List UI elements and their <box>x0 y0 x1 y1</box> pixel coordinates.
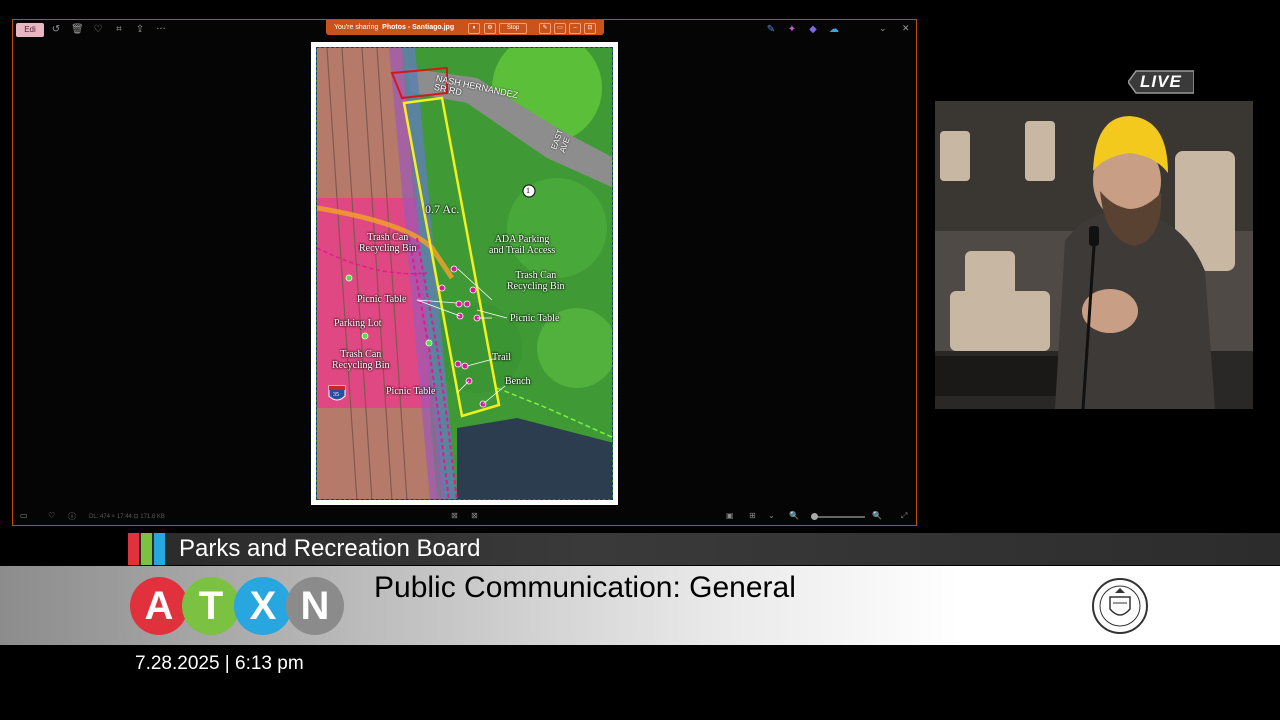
designer-icon[interactable]: ◆ <box>807 24 819 36</box>
zoom-in-icon[interactable]: 🔍 <box>872 511 882 520</box>
label-trash-can-1: Trash Can Recycling Bin <box>359 232 417 254</box>
fit-icon[interactable]: ▣ <box>726 511 734 520</box>
sharing-app: Photos - Santiago.jpg <box>382 24 455 31</box>
zoom-out-icon[interactable]: 🔍 <box>789 511 799 520</box>
restore-icon[interactable]: ⌄ <box>879 24 887 34</box>
settings-icon[interactable]: ⚙ <box>484 23 496 34</box>
agenda-headline: Public Communication: General <box>374 571 796 604</box>
crop-icon[interactable]: ⌗ <box>113 24 125 36</box>
photos-statusbar: ▭ ♡ ⓘ DL: 474 × 17:44 ⊡ 171.8 KB ⊠ ⊠ ▣ ⊞… <box>13 508 916 525</box>
photos-toolbar: Edi ↺ 🗑 ♡ ⌗ ⇪ ··· You're sharing Photos … <box>13 20 916 40</box>
camera-feed <box>935 101 1253 409</box>
edit-button[interactable]: Edi <box>16 23 44 37</box>
label-trail: Trail <box>492 352 512 363</box>
prev-icon[interactable]: ⊠ <box>451 511 458 520</box>
shared-screen-window: Edi ↺ 🗑 ♡ ⌗ ⇪ ··· You're sharing Photos … <box>12 19 917 526</box>
close-icon[interactable]: ✕ <box>902 24 910 34</box>
label-picnic-table-2: Picnic Table <box>510 313 560 324</box>
filmstrip-icon[interactable]: ▭ <box>20 511 28 520</box>
stripe-blue <box>154 533 165 565</box>
atxn-logo-a: A <box>130 577 188 635</box>
label-ada-parking: ADA Parking and Trail Access <box>489 234 556 256</box>
sharing-banner: You're sharing Photos - Santiago.jpg ⏸ ⚙… <box>326 20 604 35</box>
stripe-green <box>141 533 152 565</box>
board-name-bar: Parks and Recreation Board <box>128 533 1280 565</box>
interstate-label: 35 <box>333 392 339 398</box>
view-dropdown-icon[interactable]: ⌄ <box>768 511 775 520</box>
atxn-logo-x: X <box>234 577 292 635</box>
zoom-slider[interactable] <box>813 516 865 518</box>
label-bench: Bench <box>505 376 531 387</box>
city-seal-icon <box>1092 578 1148 634</box>
label-picnic-table-1: Picnic Table <box>357 294 407 305</box>
delete-icon[interactable]: 🗑 <box>71 24 84 36</box>
atxn-logo-t: T <box>182 577 240 635</box>
map-drawing <box>317 48 612 499</box>
label-parking-lot: Parking Lot <box>334 318 382 329</box>
edit-app-icon[interactable]: ✎ <box>765 24 777 36</box>
minimize-bar-icon[interactable]: – <box>569 23 581 34</box>
stripe-red <box>128 533 139 565</box>
heart-icon[interactable]: ♡ <box>92 24 104 36</box>
expand-icon[interactable]: ⤢ <box>901 511 907 521</box>
annotate-icon[interactable]: ✎ <box>539 23 551 34</box>
clipchamp-icon[interactable]: ✦ <box>786 24 798 36</box>
live-label: LIVE <box>1140 72 1182 91</box>
headline-bar: A T X N Public Communication: General <box>0 566 1280 645</box>
broadcast-datetime: 7.28.2025 | 6:13 pm <box>135 653 304 674</box>
stop-share-button[interactable]: Stop <box>499 23 527 34</box>
park-site-map: NASH HERNANDEZ SR RD EAST AVE 0.7 Ac. 1 … <box>316 47 613 500</box>
board-title: Parks and Recreation Board <box>179 535 481 562</box>
area-label: 0.7 Ac. <box>425 202 460 216</box>
speaker-scene <box>935 101 1253 409</box>
marker-number: 1 <box>526 186 530 195</box>
pause-icon[interactable]: ⏸ <box>468 23 480 34</box>
share-icon[interactable]: ⇪ <box>134 24 146 36</box>
zoom-slider-handle[interactable] <box>811 513 818 520</box>
view-icon[interactable]: ⊞ <box>749 511 756 520</box>
rotate-icon[interactable]: ↺ <box>50 24 62 36</box>
info-icon[interactable]: ⓘ <box>68 511 76 522</box>
present-icon[interactable]: ▭ <box>554 23 566 34</box>
live-badge: LIVE <box>1128 70 1194 94</box>
atxn-logo-n: N <box>286 577 344 635</box>
label-trash-can-3: Trash Can Recycling Bin <box>332 349 390 371</box>
next-icon[interactable]: ⊠ <box>471 511 478 520</box>
window-icon[interactable]: ⊡ <box>584 23 596 34</box>
favorite-icon[interactable]: ♡ <box>48 511 55 520</box>
sharing-prefix: You're sharing <box>334 24 379 31</box>
label-picnic-table-3: Picnic Table <box>386 386 436 397</box>
map-image: NASH HERNANDEZ SR RD EAST AVE 0.7 Ac. 1 … <box>311 42 618 505</box>
onedrive-icon[interactable]: ☁ <box>828 24 840 36</box>
image-info: DL: 474 × 17:44 ⊡ 171.8 KB <box>89 514 165 520</box>
more-icon[interactable]: ··· <box>155 24 167 36</box>
label-trash-can-2: Trash Can Recycling Bin <box>507 270 565 292</box>
